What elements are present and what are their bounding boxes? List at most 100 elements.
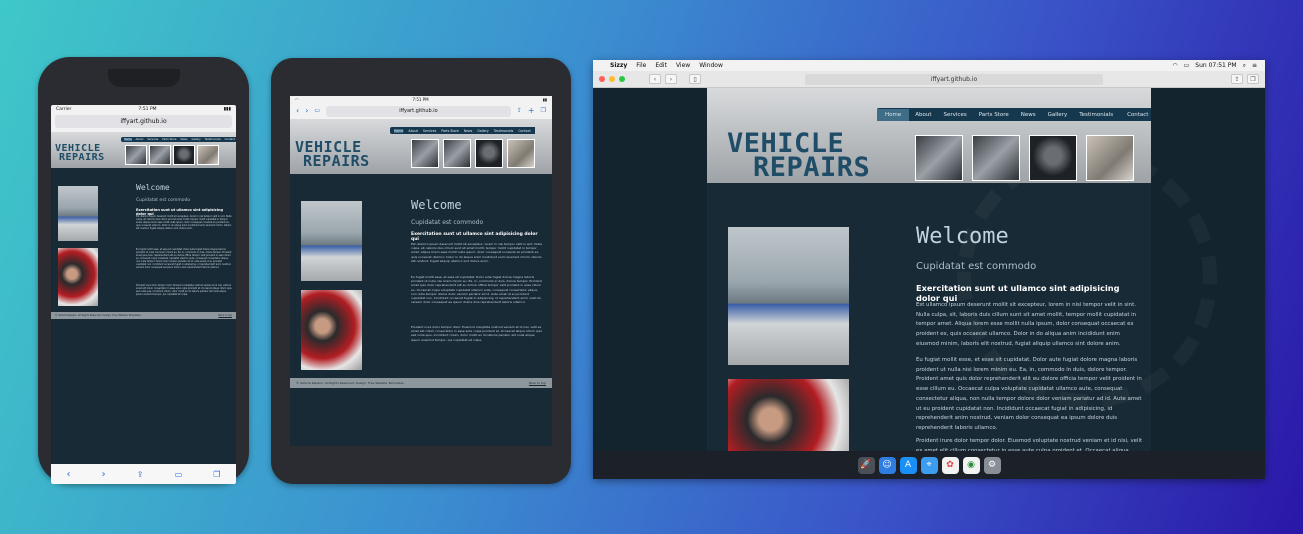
nav-parts-store[interactable]: Parts Store bbox=[162, 138, 176, 141]
tablet-site-header: VEHICLE REPAIRS Home About Services Part… bbox=[290, 119, 552, 174]
mac-nav-testimonials[interactable]: Testimonials bbox=[1073, 109, 1119, 121]
phone-thumbs bbox=[125, 145, 219, 165]
phone-para2: Eu fugiat mollit esse, et esse sit cupid… bbox=[136, 248, 232, 269]
mac-nav-gallery[interactable]: Gallery bbox=[1042, 109, 1074, 121]
phone-logo[interactable]: VEHICLE REPAIRS bbox=[55, 144, 105, 163]
menu-app[interactable]: Sizzy bbox=[610, 62, 627, 69]
phone-subheading: Cupidatat est commodo bbox=[136, 198, 191, 203]
tablet-nav-contact[interactable]: Contact bbox=[518, 129, 530, 133]
chrome-icon[interactable]: ◉ bbox=[962, 456, 980, 474]
tablet-thumb-gearshift bbox=[475, 139, 503, 168]
phone-time: 7:51 PM bbox=[138, 106, 157, 112]
tablet-footer-back-to-top[interactable]: Back to top bbox=[529, 381, 546, 385]
tablet-logo[interactable]: VEHICLE REPAIRS bbox=[295, 140, 370, 168]
menu-file[interactable]: File bbox=[636, 62, 646, 69]
wifi-icon: ◠ bbox=[295, 97, 299, 102]
footer-back-to-top[interactable]: Back to top bbox=[218, 314, 232, 317]
mac-thumb-engine bbox=[915, 135, 963, 181]
minimize-window-icon[interactable] bbox=[609, 76, 615, 82]
tablet-nav-services[interactable]: Services bbox=[423, 129, 436, 133]
mac-menubar: Sizzy File Edit View Window ◠ ▭ Sun 07:5… bbox=[593, 60, 1265, 71]
tablet-photo-garage bbox=[301, 201, 362, 281]
mac-back-icon[interactable]: ‹ bbox=[649, 74, 661, 84]
mac-thumb-gearshift bbox=[1029, 135, 1077, 181]
tablet-nav-news[interactable]: News bbox=[464, 129, 473, 133]
back-icon[interactable]: ‹ bbox=[67, 469, 71, 480]
menu-edit[interactable]: Edit bbox=[655, 62, 667, 69]
mac-url-bar[interactable]: iffyart.github.io bbox=[805, 73, 1103, 85]
preferences-icon[interactable]: ⚙ bbox=[983, 456, 1001, 474]
nav-gallery[interactable]: Gallery bbox=[191, 138, 200, 141]
forward-icon[interactable]: › bbox=[102, 469, 106, 480]
photos-icon[interactable]: ✿ bbox=[941, 456, 959, 474]
tablet-back-icon[interactable]: ‹ bbox=[296, 107, 299, 115]
launchpad-icon[interactable]: 🚀 bbox=[857, 456, 875, 474]
control-center-icon[interactable]: ≡ bbox=[1252, 62, 1257, 70]
spotlight-icon[interactable]: ⌕ bbox=[1243, 62, 1246, 70]
logo-line2: REPAIRS bbox=[59, 152, 105, 163]
mac-lead: Exercitation sunt ut ullamco sint adipis… bbox=[916, 283, 1120, 303]
share-icon[interactable]: ⇪ bbox=[137, 470, 144, 479]
phone-url-bar[interactable]: iffyart.github.io bbox=[55, 115, 232, 128]
tablet-url-bar[interactable]: iffyart.github.io bbox=[326, 105, 511, 117]
phone-bottom-toolbar: ‹ › ⇪ ▭ ❐ bbox=[51, 464, 236, 484]
phone-photo-driver bbox=[58, 248, 98, 306]
zoom-window-icon[interactable] bbox=[619, 76, 625, 82]
nav-home[interactable]: Home bbox=[124, 138, 132, 141]
mac-nav-home[interactable]: Home bbox=[877, 108, 910, 121]
tablet-forward-icon[interactable]: › bbox=[305, 107, 308, 115]
mac-share-icon[interactable]: ⇪ bbox=[1231, 74, 1243, 84]
nav-about[interactable]: About bbox=[136, 138, 144, 141]
tablet-add-icon[interactable]: + bbox=[528, 107, 535, 115]
finder-icon[interactable]: ☺ bbox=[878, 456, 896, 474]
mac-para2: Eu fugiat mollit esse, et esse sit cupid… bbox=[916, 357, 1142, 431]
tablet-nav-parts-store[interactable]: Parts Store bbox=[441, 129, 458, 133]
nav-contact[interactable]: Contact bbox=[225, 138, 235, 141]
battery-icon: ▮▮▮ bbox=[223, 106, 231, 112]
safari-icon[interactable]: ⌖ bbox=[920, 456, 938, 474]
nav-news[interactable]: News bbox=[180, 138, 187, 141]
tabs-icon[interactable]: ❐ bbox=[213, 470, 220, 479]
nav-services[interactable]: Services bbox=[147, 138, 158, 141]
menu-window[interactable]: Window bbox=[699, 62, 723, 69]
mac-site: VEHICLE REPAIRS Home About Services Part… bbox=[707, 88, 1217, 451]
nav-testimonials[interactable]: Testimonials bbox=[205, 138, 221, 141]
tablet-para3: Proident irure dolor tempor dolor. Eiusm… bbox=[411, 325, 542, 342]
phone-photo-garage bbox=[58, 186, 98, 241]
tablet-photo-driver bbox=[301, 290, 362, 370]
tablet-share-icon[interactable]: ⇪ bbox=[517, 108, 522, 114]
wifi-status-icon[interactable]: ◠ bbox=[1172, 62, 1177, 70]
mac-logo[interactable]: VEHICLE REPAIRS bbox=[727, 130, 870, 182]
tablet-time: 7:51 PM bbox=[412, 97, 429, 102]
phone-site-header: VEHICLE REPAIRS Home About Services Part… bbox=[51, 132, 236, 168]
tablet-para2: Eu fugiat mollit esse, et esse sit cupid… bbox=[411, 275, 542, 305]
mac-thumb-headlight bbox=[972, 135, 1020, 181]
tablet-tabs-icon[interactable]: ❐ bbox=[541, 108, 546, 114]
app-store-icon[interactable]: A bbox=[899, 456, 917, 474]
tablet-lead: Exercitation sunt ut ullamco sint adipis… bbox=[411, 232, 538, 242]
mac-nav-services[interactable]: Services bbox=[938, 109, 973, 121]
menu-view[interactable]: View bbox=[676, 62, 690, 69]
tablet-content: Welcome Cupidatat est commodo Exercitati… bbox=[290, 174, 552, 378]
mac-forward-icon[interactable]: › bbox=[665, 74, 677, 84]
mac-tabs-icon[interactable]: ❐ bbox=[1247, 74, 1259, 84]
tablet-nav-testimonials[interactable]: Testimonials bbox=[494, 129, 514, 133]
mac-nav-about[interactable]: About bbox=[909, 109, 937, 121]
thumb-gearshift bbox=[173, 145, 195, 165]
mac-nav-contact[interactable]: Contact bbox=[1119, 109, 1151, 121]
mac-welcome: Welcome bbox=[916, 224, 1009, 249]
tablet-nav-about[interactable]: About bbox=[408, 129, 417, 133]
mac-nav-parts-store[interactable]: Parts Store bbox=[973, 109, 1015, 121]
tablet-nav-home[interactable]: Home bbox=[394, 128, 404, 133]
footer-copyright: © Vehicle Repairs. All Rights Reserved. … bbox=[55, 314, 142, 317]
sidebar-icon[interactable]: ▯ bbox=[689, 74, 701, 84]
tablet-subheading: Cupidatat est commodo bbox=[411, 219, 484, 226]
tablet-bookmarks-icon[interactable]: ▭ bbox=[314, 108, 320, 114]
bookmarks-icon[interactable]: ▭ bbox=[175, 470, 183, 479]
mac-para3: Proident irure dolor tempor dolor. Eiusm… bbox=[916, 438, 1143, 451]
close-window-icon[interactable] bbox=[599, 76, 605, 82]
tablet-nav-gallery[interactable]: Gallery bbox=[477, 129, 488, 133]
battery-status-icon[interactable]: ▭ bbox=[1184, 62, 1190, 70]
menubar-clock[interactable]: Sun 07:51 PM bbox=[1195, 62, 1236, 70]
mac-nav-news[interactable]: News bbox=[1015, 109, 1042, 121]
